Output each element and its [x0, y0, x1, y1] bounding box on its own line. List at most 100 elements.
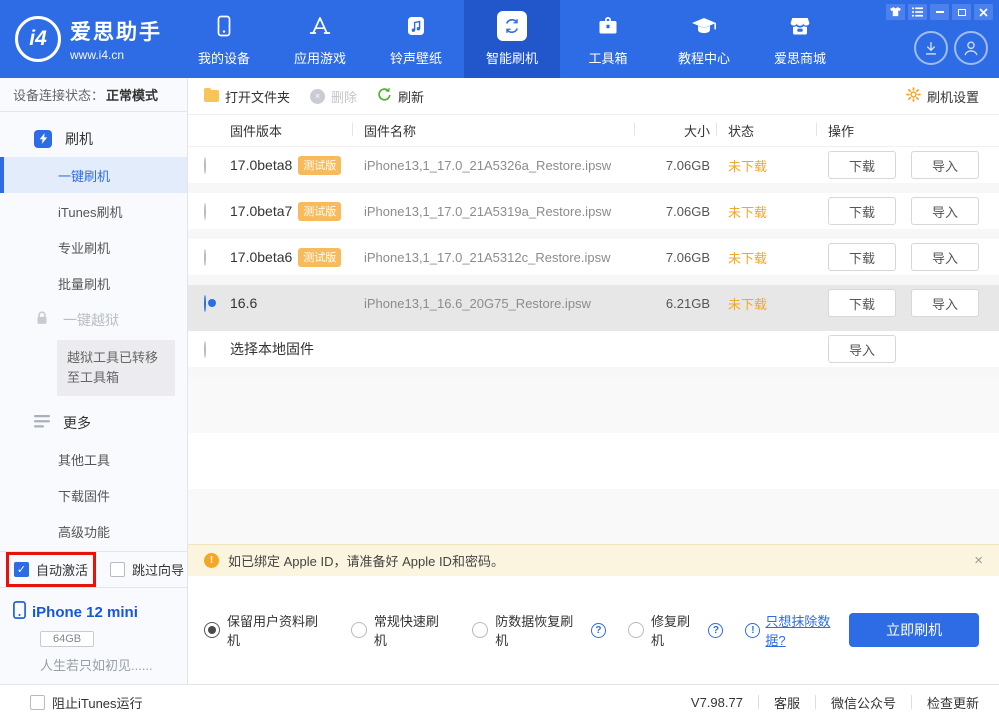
row-radio[interactable]	[204, 249, 206, 266]
empty-stripe	[188, 377, 999, 433]
radio-unselected[interactable]	[351, 622, 367, 638]
nav-ringtones-wallpapers[interactable]: 铃声壁纸	[368, 0, 464, 78]
radio-unselected[interactable]	[472, 622, 488, 638]
nav-apps-games[interactable]: 应用游戏	[272, 0, 368, 78]
folder-icon	[204, 90, 219, 102]
check-update-link[interactable]: 检查更新	[927, 693, 979, 712]
firmware-status: 未下载	[728, 202, 828, 221]
firmware-row: 17.0beta6 测试版 iPhone13,1_17.0_21A5312c_R…	[188, 239, 999, 285]
customer-service-link[interactable]: 客服	[774, 693, 800, 712]
import-button[interactable]: 导入	[911, 151, 979, 179]
nav-label: 我的设备	[198, 48, 250, 67]
toolbox-icon	[595, 11, 621, 41]
item-label: 高级功能	[58, 522, 110, 541]
nav-toolbox[interactable]: 工具箱	[560, 0, 656, 78]
local-firmware-row: 选择本地固件 导入	[188, 331, 999, 377]
app-window: i4 爱思助手 www.i4.cn 我的设备 应用游戏	[0, 0, 999, 719]
checkbox-checked-icon[interactable]: ✓	[14, 562, 29, 577]
firmware-name: iPhone13,1_17.0_21A5312c_Restore.ipsw	[364, 250, 640, 265]
notice-close-icon[interactable]: ×	[974, 552, 983, 569]
checkbox-unchecked-icon[interactable]	[30, 695, 45, 710]
skin-icon[interactable]	[886, 4, 905, 20]
option-keep-user-data[interactable]: 保留用户资料刷机	[204, 611, 329, 649]
device-phone-icon	[13, 601, 26, 624]
app-logo: i4 爱思助手 www.i4.cn	[0, 0, 176, 78]
row-radio[interactable]	[204, 341, 206, 358]
skip-wizard-checkbox[interactable]: 跳过向导	[110, 560, 184, 579]
radio-unselected[interactable]	[628, 622, 644, 638]
nav-label: 应用游戏	[294, 48, 346, 67]
download-button[interactable]: 下载	[828, 197, 896, 225]
main-panel: 打开文件夹 × 删除 刷新 刷机设置	[188, 78, 999, 684]
delete-button[interactable]: × 删除	[310, 87, 357, 106]
nav-tutorial-center[interactable]: 教程中心	[656, 0, 752, 78]
download-button[interactable]: 下载	[828, 289, 896, 317]
row-radio-selected[interactable]	[204, 295, 206, 312]
item-label: 一键越狱	[63, 310, 119, 330]
flash-now-button[interactable]: 立即刷机	[849, 613, 979, 647]
button-label: 刷新	[398, 87, 424, 106]
import-button[interactable]: 导入	[911, 289, 979, 317]
content: 设备连接状态： 正常模式 刷机 一键刷机 iTunes刷机 专业刷机 批量刷机	[0, 78, 999, 684]
lock-icon	[34, 310, 50, 329]
sidebar: 设备连接状态： 正常模式 刷机 一键刷机 iTunes刷机 专业刷机 批量刷机	[0, 78, 188, 684]
user-account-icon[interactable]	[954, 31, 988, 65]
sidebar-item-download-firmware[interactable]: 下载固件	[0, 477, 187, 513]
logo-icon: i4	[15, 16, 61, 62]
nav-smart-flash[interactable]: 智能刷机	[464, 0, 560, 78]
firmware-version: 17.0beta6	[230, 249, 292, 265]
help-icon[interactable]: ?	[591, 623, 606, 638]
close-icon[interactable]	[974, 4, 993, 20]
auto-activate-checkbox[interactable]: ✓ 自动激活	[14, 560, 88, 579]
option-repair-flash[interactable]: 修复刷机 ?	[628, 611, 723, 649]
refresh-button[interactable]: 刷新	[377, 87, 424, 106]
firmware-row: 17.0beta8 测试版 iPhone13,1_17.0_21A5326a_R…	[188, 147, 999, 193]
open-folder-button[interactable]: 打开文件夹	[204, 87, 290, 106]
wechat-official-link[interactable]: 微信公众号	[831, 693, 896, 712]
row-radio[interactable]	[204, 203, 206, 220]
firmware-size: 7.06GB	[640, 204, 710, 219]
notice-text: 如已绑定 Apple ID，请准备好 Apple ID和密码。	[228, 551, 504, 570]
beta-badge: 测试版	[298, 156, 341, 175]
import-button[interactable]: 导入	[911, 197, 979, 225]
block-itunes-checkbox[interactable]: 阻止iTunes运行	[30, 693, 143, 712]
download-manager-icon[interactable]	[914, 31, 948, 65]
divider	[758, 695, 759, 709]
sidebar-menu: 刷机 一键刷机 iTunes刷机 专业刷机 批量刷机 一键越狱 越狱工具已转移至…	[0, 112, 187, 549]
apple-id-notice: ! 如已绑定 Apple ID，请准备好 Apple ID和密码。 ×	[188, 544, 999, 576]
gear-icon	[906, 87, 921, 105]
maximize-icon[interactable]	[952, 4, 971, 20]
checkbox-unchecked-icon[interactable]	[110, 562, 125, 577]
sidebar-item-advanced-features[interactable]: 高级功能	[0, 513, 187, 549]
firmware-name: iPhone13,1_16.6_20G75_Restore.ipsw	[364, 296, 640, 311]
header: i4 爱思助手 www.i4.cn 我的设备 应用游戏	[0, 0, 999, 78]
sidebar-item-one-click-flash[interactable]: 一键刷机	[0, 157, 187, 193]
firmware-name: iPhone13,1_17.0_21A5319a_Restore.ipsw	[364, 204, 640, 219]
menu-icon[interactable]	[908, 4, 927, 20]
sidebar-checkboxes: ✓ 自动激活 跳过向导	[0, 551, 187, 587]
firmware-name: iPhone13,1_17.0_21A5326a_Restore.ipsw	[364, 158, 640, 173]
option-normal-fast-flash[interactable]: 常规快速刷机	[351, 611, 450, 649]
download-button[interactable]: 下载	[828, 243, 896, 271]
download-button[interactable]: 下载	[828, 151, 896, 179]
option-anti-data-recovery-flash[interactable]: 防数据恢复刷机 ?	[472, 611, 606, 649]
radio-selected[interactable]	[204, 622, 220, 638]
device-name[interactable]: iPhone 12 mini	[32, 604, 138, 621]
flash-mode-options: 保留用户资料刷机 常规快速刷机 防数据恢复刷机 ? 修复刷机 ? ! 只想抹	[188, 576, 999, 684]
nav-my-device[interactable]: 我的设备	[176, 0, 272, 78]
sidebar-item-pro-flash[interactable]: 专业刷机	[0, 229, 187, 265]
erase-info-icon[interactable]: !	[745, 623, 760, 638]
sidebar-item-itunes-flash[interactable]: iTunes刷机	[0, 193, 187, 229]
minimize-icon[interactable]	[930, 4, 949, 20]
sidebar-item-batch-flash[interactable]: 批量刷机	[0, 265, 187, 301]
import-button[interactable]: 导入	[911, 243, 979, 271]
sidebar-item-other-tools[interactable]: 其他工具	[0, 441, 187, 477]
erase-data-link[interactable]: 只想抹除数据?	[765, 611, 849, 649]
storefront-icon	[787, 11, 813, 41]
nav-store[interactable]: 爱思商城	[752, 0, 848, 78]
firmware-version: 17.0beta7	[230, 203, 292, 219]
row-radio[interactable]	[204, 157, 206, 174]
import-button[interactable]: 导入	[828, 335, 896, 363]
help-icon[interactable]: ?	[708, 623, 723, 638]
flash-settings-button[interactable]: 刷机设置	[906, 87, 979, 106]
